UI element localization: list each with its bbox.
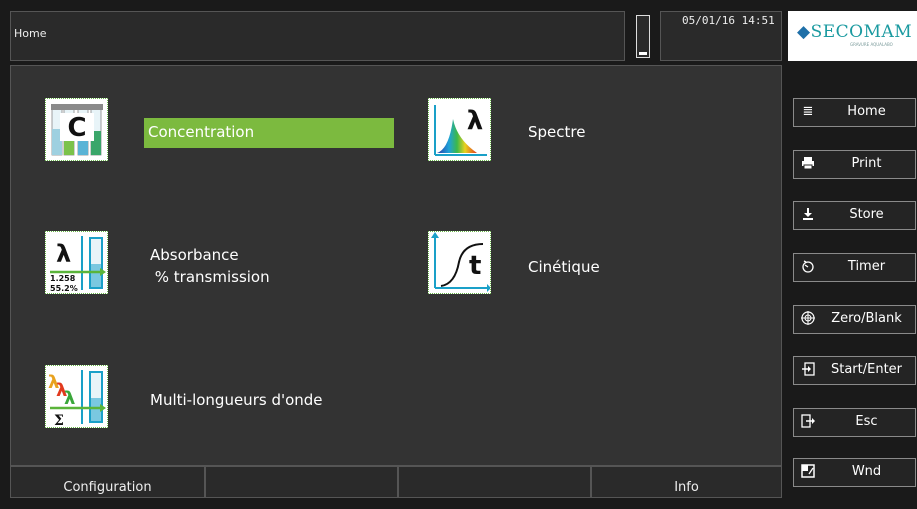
print-label: Print: [851, 156, 882, 171]
enter-icon: [800, 362, 816, 378]
print-button[interactable]: Print: [793, 150, 916, 179]
home-label: Home: [847, 104, 886, 119]
logo-tagline: GRAVURE AQUALABO: [850, 42, 893, 47]
configuration-button[interactable]: Configuration: [10, 466, 205, 498]
timer-button[interactable]: Timer: [793, 253, 916, 282]
battery-icon: [636, 15, 650, 58]
timer-label: Timer: [847, 259, 886, 274]
esc-button[interactable]: Esc: [793, 408, 916, 437]
secomam-logo: ◆SECOMAM: [797, 22, 913, 42]
spectrum-icon[interactable]: λ: [428, 98, 491, 161]
info-label: Info: [674, 480, 699, 495]
absorbance-icon[interactable]: λ 1.258 55.2%: [45, 231, 108, 294]
time-symbol: t: [469, 251, 481, 281]
home-button[interactable]: ≣ Home: [793, 98, 916, 127]
absorbance-value: 1.258: [50, 274, 76, 283]
store-button[interactable]: Store: [793, 201, 916, 230]
multi-wavelength-icon[interactable]: λ λ λ Σ: [45, 365, 108, 428]
wnd-button[interactable]: Wnd: [793, 458, 916, 487]
logo-text: SECOMAM: [810, 22, 913, 42]
zero-blank-label: Zero/Blank: [831, 311, 902, 326]
info-button[interactable]: Info: [591, 466, 782, 498]
date-time: 05/01/16 14:51: [682, 14, 775, 27]
page-title: Home: [14, 27, 47, 40]
exit-icon: [800, 414, 816, 430]
target-icon: [800, 311, 816, 327]
transmission-value: 55.2%: [50, 284, 78, 293]
list-icon: ≣: [802, 104, 814, 119]
timer-icon: [800, 259, 816, 275]
main-menu-panel: [10, 65, 782, 466]
window-icon: [800, 464, 816, 480]
kinetics-icon[interactable]: t: [428, 231, 491, 294]
zero-blank-button[interactable]: Zero/Blank: [793, 305, 916, 334]
multi-wavelength-option[interactable]: Multi-longueurs d'onde: [150, 389, 323, 411]
start-enter-label: Start/Enter: [830, 362, 903, 377]
kinetics-option[interactable]: Cinétique: [528, 256, 600, 278]
footer-slot-2[interactable]: [205, 466, 398, 498]
concentration-icon[interactable]: C: [45, 98, 108, 161]
lambda-symbol: λ: [56, 240, 71, 268]
download-icon: [800, 207, 816, 223]
sigma-symbol: Σ: [54, 413, 64, 428]
footer-slot-3[interactable]: [398, 466, 591, 498]
concentration-option[interactable]: Concentration: [144, 118, 394, 148]
title-bar: [10, 11, 625, 61]
absorbance-option[interactable]: Absorbance % transmission: [150, 244, 270, 288]
printer-icon: [800, 156, 816, 172]
configuration-label: Configuration: [63, 480, 152, 495]
svg-text:λ: λ: [64, 388, 75, 409]
esc-label: Esc: [855, 414, 878, 429]
concentration-letter: C: [67, 113, 86, 143]
store-label: Store: [849, 207, 884, 222]
start-enter-button[interactable]: Start/Enter: [793, 356, 916, 385]
spectrum-option[interactable]: Spectre: [528, 121, 585, 143]
battery-level: [639, 52, 647, 55]
lambda-symbol: λ: [467, 106, 483, 136]
wnd-label: Wnd: [851, 464, 882, 479]
